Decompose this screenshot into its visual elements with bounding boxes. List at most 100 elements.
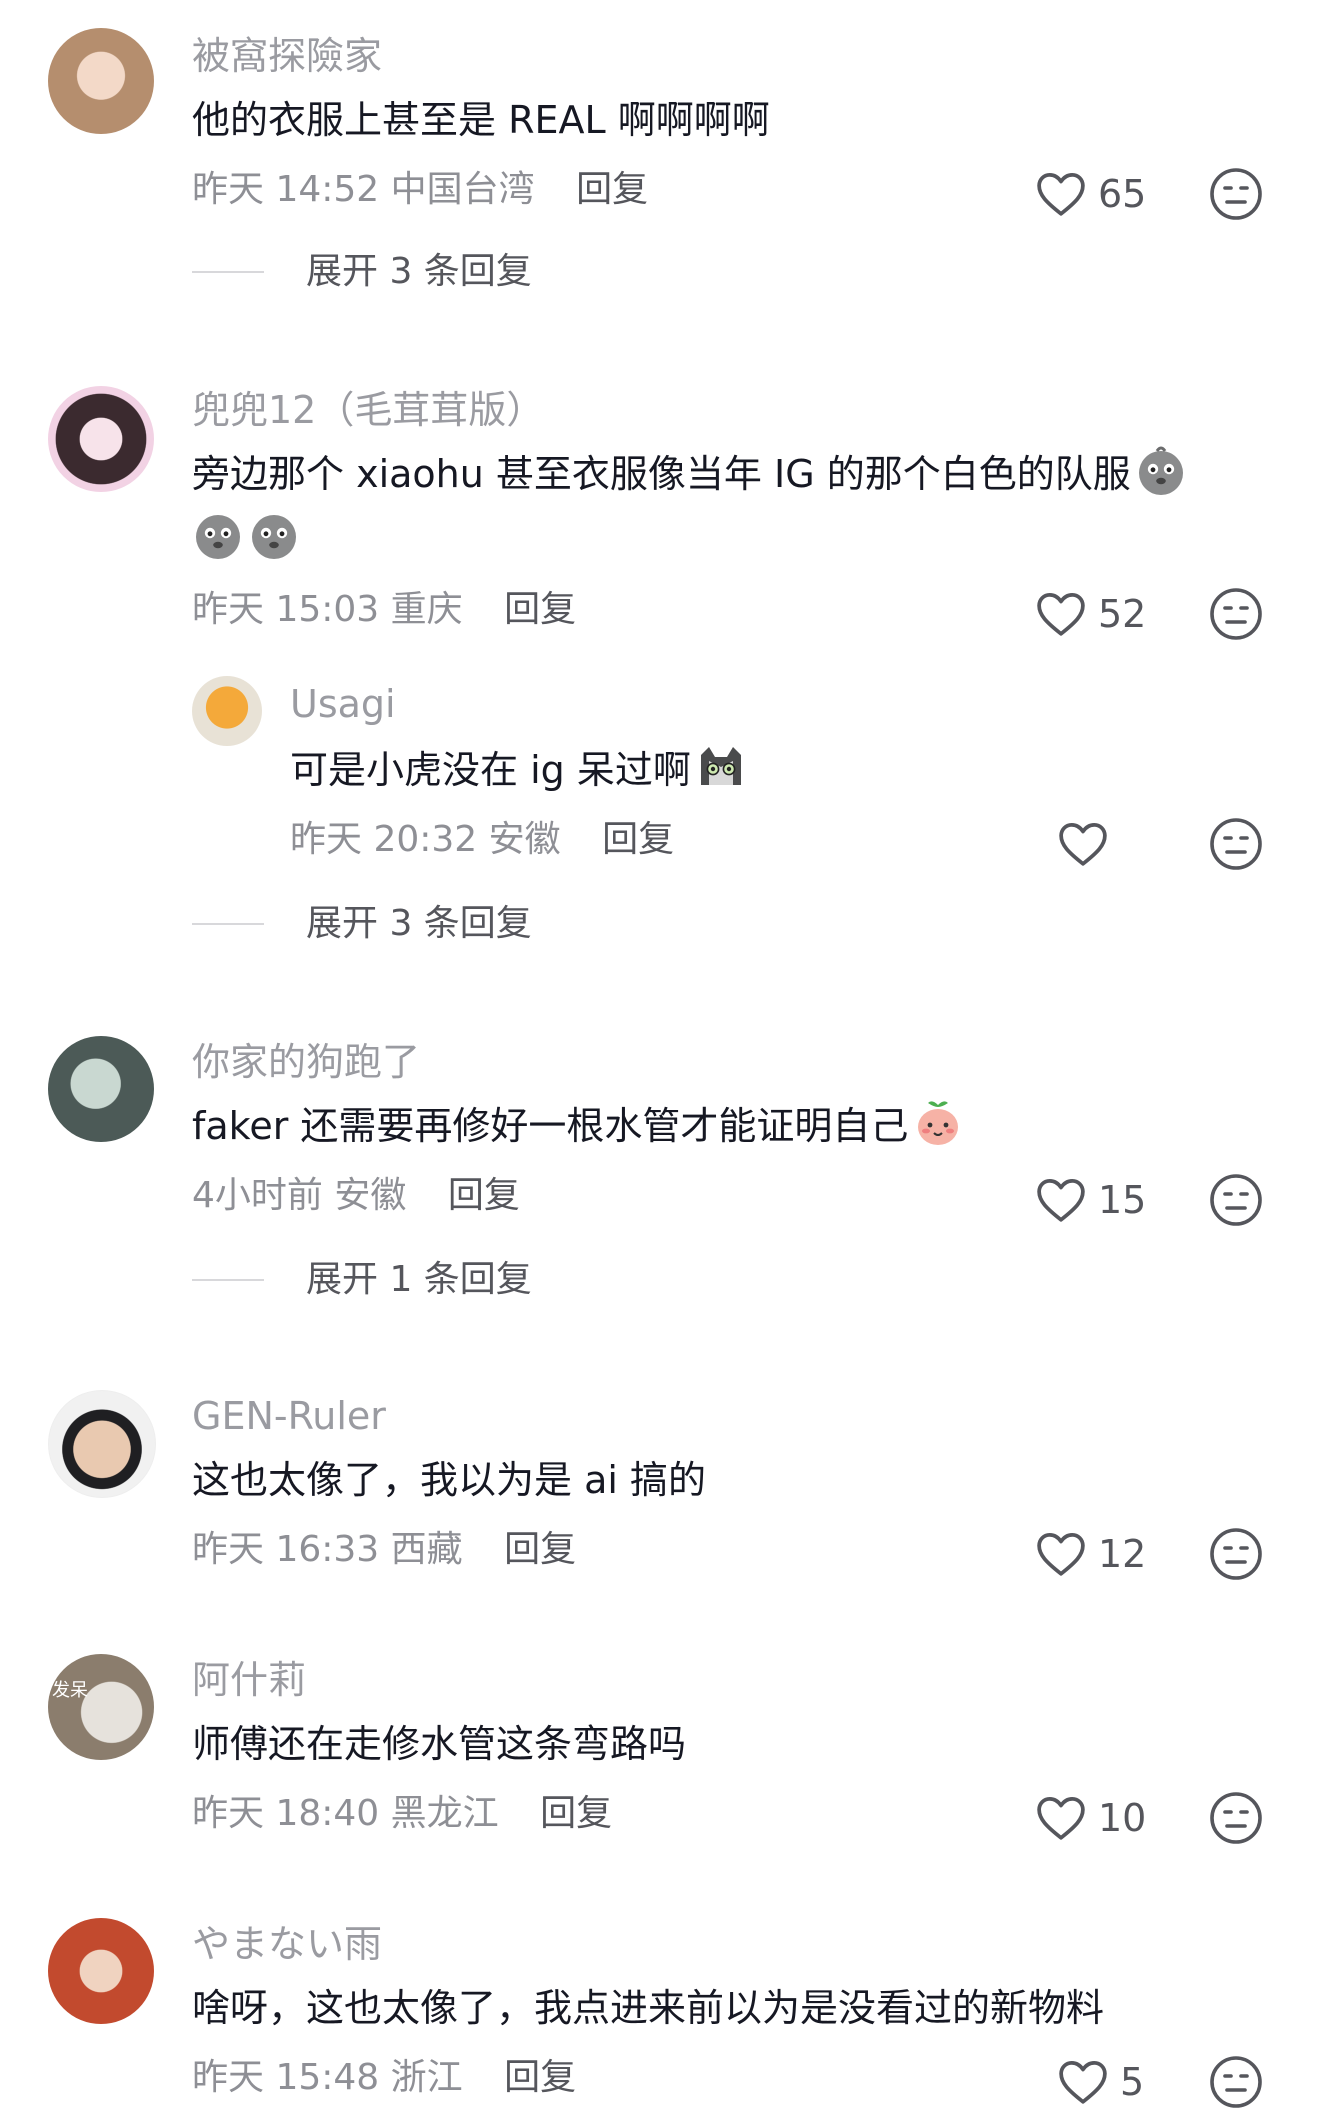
heart-outline-icon	[1037, 592, 1085, 636]
like-button[interactable]: 15	[1036, 1170, 1146, 1230]
neutral-face-icon	[1210, 818, 1262, 870]
crying-face-emoji	[1138, 446, 1183, 495]
like-count: 52	[1098, 592, 1147, 636]
comment-time: 昨天 16:33	[192, 1529, 380, 1570]
heart-outline-icon	[1059, 2060, 1107, 2104]
expand-replies-label: 展开 3 条回复	[306, 903, 532, 944]
comment-location: 浙江	[390, 2057, 463, 2098]
avatar[interactable]	[48, 386, 154, 492]
like-button[interactable]: 65	[1036, 164, 1146, 224]
reply-meta: 昨天 20:32 安徽 回复	[290, 816, 674, 864]
like-button[interactable]: 52	[1036, 584, 1146, 644]
dislike-button[interactable]	[1208, 1790, 1264, 1846]
avatar[interactable]	[48, 1036, 154, 1142]
expand-replies-label: 展开 1 条回复	[306, 1259, 532, 1300]
dislike-button[interactable]	[1208, 1172, 1264, 1228]
reply-text-line: 可是小虎没在 ig 呆过啊	[290, 748, 691, 792]
reply-time: 昨天 20:32	[290, 819, 478, 860]
comment-location: 西藏	[390, 1529, 463, 1570]
comment-username[interactable]: 你家的狗跑了	[192, 1038, 420, 1086]
comment-text: 这也太像了，我以为是 ai 搞的	[192, 1458, 707, 1502]
like-button[interactable]: 5	[1058, 2052, 1144, 2112]
divider-line	[192, 1279, 264, 1281]
avatar[interactable]: 发呆	[48, 1654, 154, 1760]
comment-username[interactable]: 兜兜12（毛茸茸版）	[192, 386, 544, 434]
dislike-button[interactable]	[1208, 166, 1264, 222]
comment-meta: 昨天 16:33 西藏 回复	[192, 1526, 576, 1574]
comment-meta: 4小时前 安徽 回复	[192, 1172, 520, 1220]
reply-button[interactable]: 回复	[448, 1175, 520, 1216]
comment-text: 啥呀，这也太像了，我点进来前以为是没看过的新物料	[192, 1986, 1105, 2030]
avatar[interactable]	[48, 1390, 156, 1498]
comment-location: 重庆	[390, 589, 463, 630]
comment-time: 昨天 18:40	[192, 1793, 380, 1834]
comment-time: 昨天 15:03	[192, 589, 380, 630]
comment-time: 4小时前	[192, 1175, 323, 1216]
neutral-face-icon	[1210, 588, 1262, 640]
comment-text: 师傅还在走修水管这条弯路吗	[192, 1722, 687, 1766]
like-count: 12	[1098, 1532, 1147, 1576]
reply-button[interactable]: 回复	[576, 169, 648, 210]
comment-text: faker 还需要再修好一根水管才能证明自己	[192, 1096, 964, 1156]
neutral-face-icon	[1210, 1528, 1262, 1580]
blushing-fruit-emoji	[918, 1101, 959, 1145]
crying-face-emoji	[252, 515, 296, 559]
comment-username[interactable]: GEN-Ruler	[192, 1392, 386, 1440]
comment-meta: 昨天 15:48 浙江 回复	[192, 2054, 576, 2102]
like-count: 10	[1098, 1796, 1147, 1840]
dislike-button[interactable]	[1208, 816, 1264, 872]
expand-replies-label: 展开 3 条回复	[306, 251, 532, 292]
comment-emoji-line	[192, 508, 300, 568]
comment-time: 昨天 14:52	[192, 169, 380, 210]
comment-meta: 昨天 14:52 中国台湾 回复	[192, 166, 648, 214]
expand-replies[interactable]: 展开 1 条回复	[192, 1252, 532, 1308]
neutral-face-icon	[1210, 168, 1262, 220]
cat-emoji	[700, 747, 741, 785]
reply-username[interactable]: Usagi	[290, 680, 396, 728]
dislike-button[interactable]	[1208, 586, 1264, 642]
crying-face-emoji	[196, 515, 240, 559]
reply-button[interactable]: 回复	[504, 589, 576, 630]
neutral-face-icon	[1210, 2056, 1262, 2108]
avatar-caption: 发呆	[52, 1680, 88, 1701]
heart-outline-icon	[1037, 1796, 1085, 1840]
reply-button[interactable]: 回复	[504, 1529, 576, 1570]
avatar[interactable]	[48, 28, 154, 134]
dislike-button[interactable]	[1208, 1526, 1264, 1582]
comment-text-line: 旁边那个 xiaohu 甚至衣服像当年 IG 的那个白色的队服	[192, 452, 1131, 496]
like-button[interactable]	[1058, 814, 1108, 874]
heart-outline-icon	[1037, 1532, 1085, 1576]
comment-username[interactable]: やまない雨	[192, 1920, 382, 1968]
like-button[interactable]: 10	[1036, 1788, 1146, 1848]
dislike-button[interactable]	[1208, 2054, 1264, 2110]
like-count: 15	[1098, 1178, 1147, 1222]
comment-text-line: faker 还需要再修好一根水管才能证明自己	[192, 1104, 909, 1148]
reply-text: 可是小虎没在 ig 呆过啊	[290, 740, 747, 800]
reply-button[interactable]: 回复	[602, 819, 674, 860]
reply-button[interactable]: 回复	[504, 2057, 576, 2098]
expand-replies[interactable]: 展开 3 条回复	[192, 896, 532, 952]
divider-line	[192, 271, 264, 273]
heart-outline-icon	[1037, 172, 1085, 216]
like-count: 5	[1120, 2060, 1145, 2104]
reply-location: 安徽	[488, 819, 561, 860]
comment-meta: 昨天 15:03 重庆 回复	[192, 586, 576, 634]
avatar[interactable]	[48, 1918, 154, 2024]
comment-meta: 昨天 18:40 黑龙江 回复	[192, 1790, 612, 1838]
comment-location: 安徽	[334, 1175, 407, 1216]
neutral-face-icon	[1210, 1174, 1262, 1226]
comment-location: 中国台湾	[390, 169, 535, 210]
heart-outline-icon	[1037, 1178, 1085, 1222]
expand-replies[interactable]: 展开 3 条回复	[192, 244, 532, 300]
reply-button[interactable]: 回复	[540, 1793, 612, 1834]
comment-text: 旁边那个 xiaohu 甚至衣服像当年 IG 的那个白色的队服	[192, 444, 1187, 504]
comment-time: 昨天 15:48	[192, 2057, 380, 2098]
like-button[interactable]: 12	[1036, 1524, 1146, 1584]
avatar[interactable]	[192, 676, 262, 746]
comment-username[interactable]: 阿什莉	[192, 1656, 306, 1704]
like-count: 65	[1098, 172, 1147, 216]
comment-location: 黑龙江	[390, 1793, 499, 1834]
divider-line	[192, 923, 264, 925]
comment-username[interactable]: 被窩探險家	[192, 32, 382, 80]
heart-outline-icon	[1059, 822, 1107, 866]
